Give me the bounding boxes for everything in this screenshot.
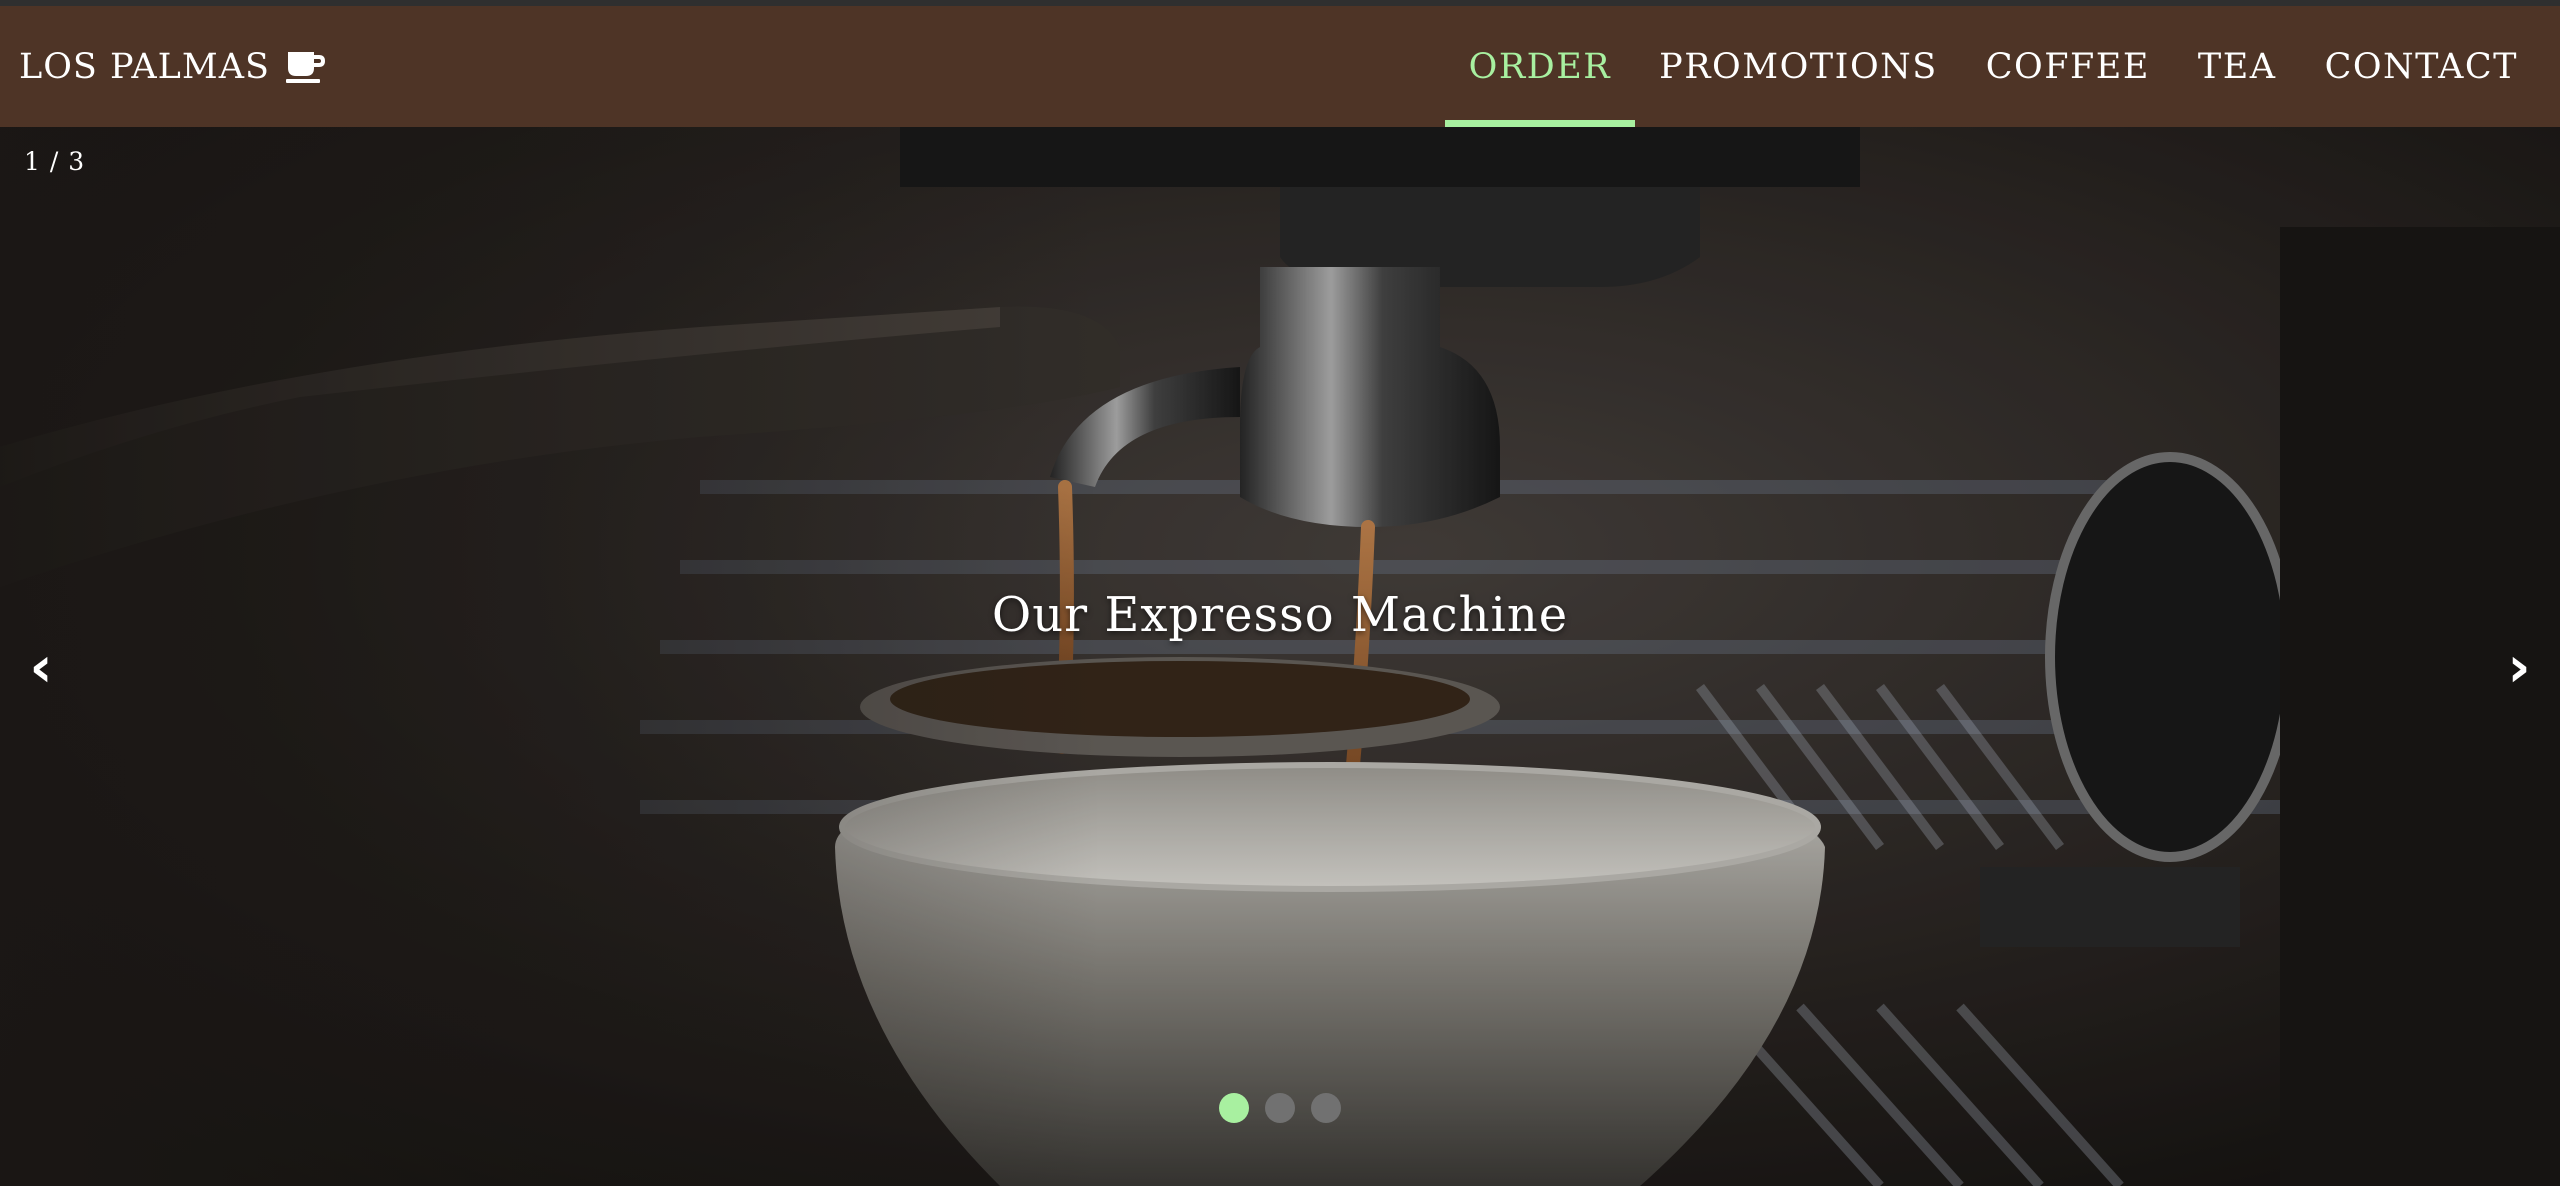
brand[interactable]: LOS PALMAS	[19, 6, 328, 127]
previous-slide-button[interactable]: ‹	[16, 635, 66, 700]
navbar: LOS PALMAS ORDER PROMOTIONS COFFEE TEA C…	[0, 6, 2560, 127]
nav-item-promotions[interactable]: PROMOTIONS	[1635, 6, 1962, 127]
main-nav: ORDER PROMOTIONS COFFEE TEA CONTACT	[1444, 6, 2542, 127]
slide-dot-3[interactable]	[1311, 1093, 1341, 1123]
brand-name: LOS PALMAS	[19, 46, 270, 87]
nav-item-coffee[interactable]: COFFEE	[1962, 6, 2174, 127]
next-slide-button[interactable]: ›	[2494, 635, 2544, 700]
slide-image-espresso-machine	[0, 127, 2560, 1186]
nav-item-tea[interactable]: TEA	[2174, 6, 2301, 127]
slide-caption: Our Expresso Machine	[991, 587, 1569, 643]
image-slideshow: 1 / 3 Our Expresso Machine ‹ ›	[0, 127, 2560, 1186]
slide-dot-1[interactable]	[1219, 1093, 1249, 1123]
nav-item-order[interactable]: ORDER	[1444, 6, 1636, 127]
coffee-cup-icon	[284, 50, 328, 84]
slide-dots	[0, 1093, 2560, 1123]
slide-counter: 1 / 3	[24, 147, 86, 176]
nav-item-contact[interactable]: CONTACT	[2301, 6, 2542, 127]
slide-dot-2[interactable]	[1265, 1093, 1295, 1123]
